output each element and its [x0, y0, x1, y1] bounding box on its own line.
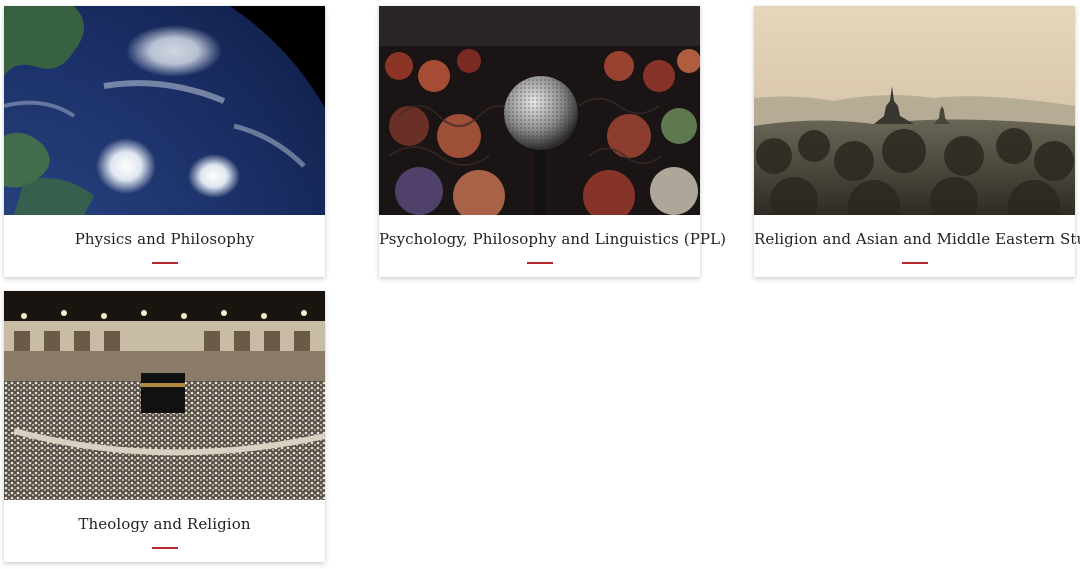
course-card-ppl[interactable]: Psychology, Philosophy and Linguistics (… [379, 6, 726, 277]
card-title[interactable]: Theology and Religion [4, 515, 325, 533]
temples-landscape-image[interactable] [754, 6, 1075, 215]
card-title[interactable]: Psychology, Philosophy and Linguistics (… [379, 230, 726, 248]
microphone-audience-image[interactable] [379, 6, 700, 215]
course-card-physics-philosophy[interactable]: Physics and Philosophy [4, 6, 325, 277]
card-title[interactable]: Physics and Philosophy [4, 230, 325, 248]
title-underline [527, 262, 553, 264]
title-underline [152, 262, 178, 264]
earth-hurricane-image[interactable] [4, 6, 325, 215]
course-card-religion-asian-me[interactable]: Religion and Asian and Middle Eastern St… [754, 6, 1080, 277]
title-underline [152, 547, 178, 549]
card-title[interactable]: Religion and Asian and Middle Eastern St… [754, 230, 1080, 248]
title-underline [902, 262, 928, 264]
kaaba-crowd-image[interactable] [4, 291, 325, 500]
course-card-theology-religion[interactable]: Theology and Religion [4, 291, 325, 562]
